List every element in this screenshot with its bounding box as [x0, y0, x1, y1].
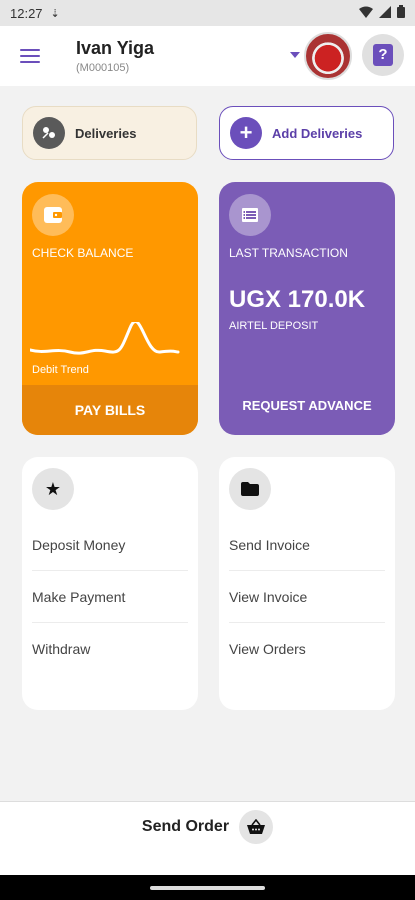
- invoice-menu-card: Send Invoice View Invoice View Orders: [219, 457, 395, 710]
- menu-icon[interactable]: [20, 49, 40, 63]
- avatar[interactable]: [304, 32, 352, 80]
- app-header: Ivan Yiga (M000105) ?: [0, 26, 415, 86]
- debit-trend-line: [30, 322, 180, 355]
- home-gesture-bar[interactable]: [150, 886, 265, 890]
- view-orders-item[interactable]: View Orders: [229, 623, 385, 675]
- wifi-icon: [359, 6, 373, 21]
- make-payment-item[interactable]: Make Payment: [32, 571, 188, 623]
- battery-icon: [397, 5, 405, 21]
- add-deliveries-button[interactable]: + Add Deliveries: [219, 106, 394, 160]
- wallet-icon: [32, 194, 74, 236]
- send-order-button[interactable]: Send Order: [141, 810, 274, 844]
- delivery-icon: [33, 117, 65, 149]
- pay-bills-label: PAY BILLS: [74, 402, 146, 418]
- last-transaction-title: LAST TRANSACTION: [229, 246, 348, 260]
- pay-bills-button[interactable]: PAY BILLS: [22, 385, 198, 435]
- folder-icon: [229, 468, 271, 510]
- deliveries-row: Deliveries + Add Deliveries: [22, 106, 394, 160]
- deliveries-label: Deliveries: [75, 125, 137, 141]
- chevron-down-icon[interactable]: [290, 52, 300, 58]
- transaction-amount: UGX 170.0K: [229, 286, 366, 313]
- withdraw-item[interactable]: Withdraw: [32, 623, 188, 675]
- plus-icon: +: [230, 117, 262, 149]
- view-invoice-item[interactable]: View Invoice: [229, 571, 385, 623]
- deposit-money-item[interactable]: Deposit Money: [32, 519, 188, 571]
- status-icons: [359, 5, 405, 21]
- debit-trend-label: Debit Trend: [32, 364, 89, 376]
- signal-icon: [379, 5, 391, 21]
- check-balance-title: CHECK BALANCE: [32, 246, 134, 260]
- user-info: Ivan Yiga (M000105): [76, 38, 154, 74]
- star-icon: ★: [32, 468, 74, 510]
- request-advance-button[interactable]: REQUEST ADVANCE: [219, 375, 395, 435]
- transaction-type: AIRTEL DEPOSIT: [229, 320, 319, 332]
- list-icon: [229, 194, 271, 236]
- user-name: Ivan Yiga: [76, 38, 155, 58]
- system-nav-bar: [0, 875, 415, 900]
- money-menu-card: ★ Deposit Money Make Payment Withdraw: [22, 457, 198, 710]
- status-bar: 12:27 ⇣: [0, 0, 415, 26]
- deliveries-button[interactable]: Deliveries: [22, 106, 197, 160]
- check-balance-card[interactable]: CHECK BALANCE Debit Trend PAY BILLS: [22, 182, 198, 435]
- help-icon: ?: [373, 44, 393, 66]
- download-icon: ⇣: [50, 7, 60, 20]
- user-id: (M000105): [76, 62, 130, 74]
- send-order-label: Send Order: [141, 818, 230, 835]
- send-invoice-item[interactable]: Send Invoice: [229, 519, 385, 571]
- last-transaction-card[interactable]: LAST TRANSACTION UGX 170.0K AIRTEL DEPOS…: [219, 182, 395, 435]
- status-time: 12:27: [10, 5, 43, 21]
- bottom-bar: Send Order: [0, 801, 415, 875]
- basket-icon: [239, 810, 274, 844]
- help-button[interactable]: ?: [362, 34, 404, 76]
- add-deliveries-label: Add Deliveries: [272, 125, 363, 141]
- request-advance-label: REQUEST ADVANCE: [242, 397, 372, 413]
